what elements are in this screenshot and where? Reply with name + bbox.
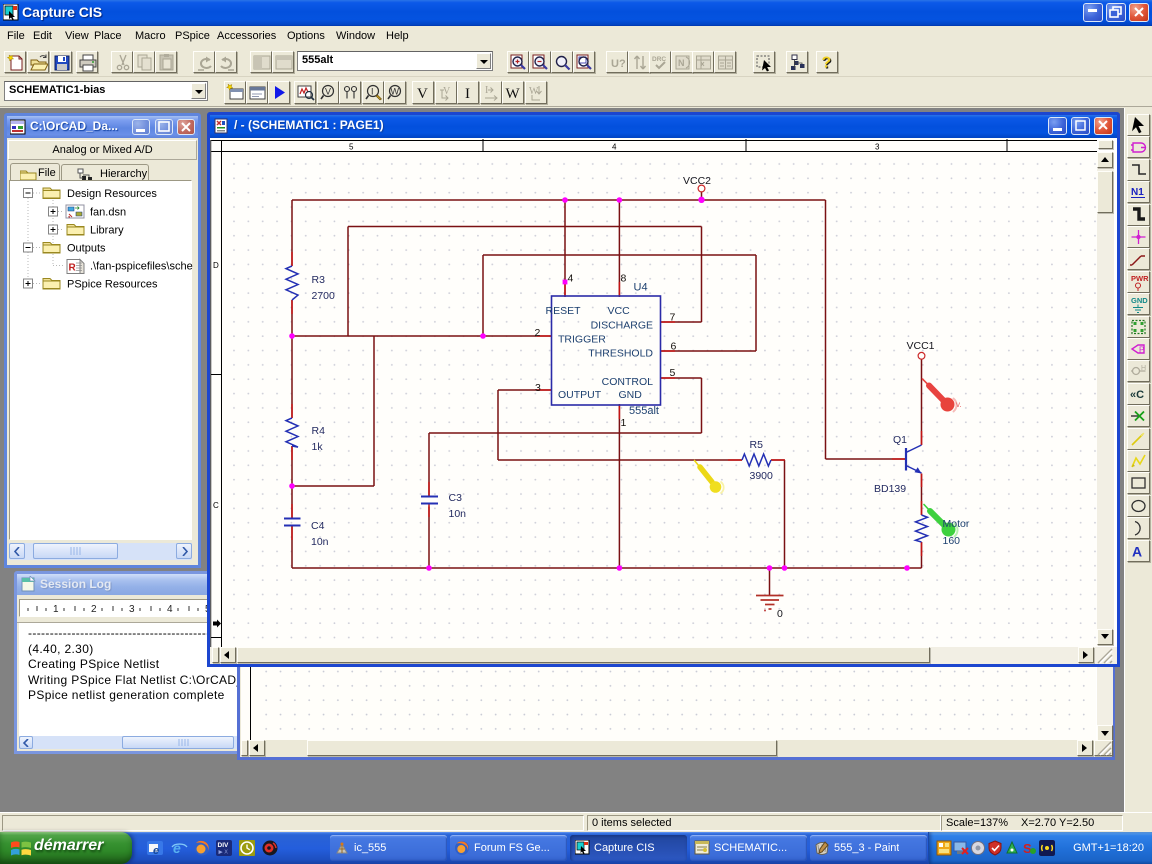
svg-text:D: D	[213, 261, 219, 270]
svg-text:1: 1	[53, 604, 59, 615]
svg-text:CONTROL: CONTROL	[602, 376, 653, 388]
svg-text:Motor: Motor	[943, 518, 970, 530]
svg-text:N1: N1	[1131, 187, 1144, 198]
svg-text:C3: C3	[449, 492, 463, 504]
svg-text:4: 4	[167, 604, 173, 615]
svg-text:2700: 2700	[312, 290, 336, 302]
svg-text:8: 8	[621, 273, 627, 285]
svg-text:.\fan-pspicefiles\sche: .\fan-pspicefiles\sche	[90, 261, 193, 273]
svg-text:V: V	[417, 86, 428, 102]
svg-text:I: I	[485, 85, 488, 96]
svg-text:N: N	[678, 58, 685, 68]
svg-text:4: 4	[568, 273, 574, 285]
svg-text:v.: v.	[956, 400, 962, 409]
svg-text:160: 160	[943, 535, 961, 547]
svg-text:PSpice Resources: PSpice Resources	[67, 279, 158, 291]
svg-text:1k: 1k	[312, 441, 324, 453]
svg-text:W: W	[506, 86, 521, 102]
svg-text:Q1: Q1	[893, 434, 907, 446]
svg-text:R4: R4	[312, 425, 326, 437]
svg-text:THRESHOLD: THRESHOLD	[588, 348, 653, 360]
svg-text:7: 7	[670, 312, 676, 324]
svg-text:3: 3	[875, 143, 880, 152]
svg-text:fan.dsn: fan.dsn	[90, 207, 126, 219]
svg-text:H: H	[1141, 365, 1146, 372]
svg-text:R5: R5	[750, 439, 764, 451]
svg-text:I: I	[465, 86, 470, 102]
svg-text:VCC: VCC	[608, 305, 631, 317]
svg-text:2: 2	[535, 327, 541, 339]
svg-text:GND: GND	[619, 389, 643, 401]
svg-text:OUTPUT: OUTPUT	[558, 389, 602, 401]
svg-text:R: R	[69, 263, 77, 274]
svg-text:3: 3	[129, 604, 135, 615]
svg-text:V: V	[443, 86, 451, 97]
svg-text:10n: 10n	[311, 536, 329, 548]
svg-text:10n: 10n	[449, 508, 467, 520]
svg-text:3: 3	[535, 382, 541, 394]
svg-text:VCC2: VCC2	[683, 175, 711, 187]
svg-text:5: 5	[670, 367, 676, 379]
svg-text:6: 6	[671, 341, 677, 353]
svg-text:2: 2	[91, 604, 97, 615]
svg-text:GND: GND	[1131, 296, 1148, 305]
svg-text:DIV: DIV	[218, 842, 230, 849]
svg-text:PWR: PWR	[1131, 274, 1149, 283]
svg-text:R3: R3	[312, 274, 326, 286]
svg-text:C4: C4	[311, 520, 325, 532]
svg-text:I: I	[371, 87, 374, 97]
svg-text:TRIGGER: TRIGGER	[558, 334, 606, 346]
svg-text:555alt: 555alt	[629, 405, 659, 417]
svg-text:Library: Library	[90, 225, 124, 237]
svg-text:3900: 3900	[750, 470, 774, 482]
svg-text:?: ?	[822, 55, 832, 72]
svg-text:Outputs: Outputs	[67, 243, 106, 255]
svg-text:▶ X: ▶ X	[219, 850, 229, 856]
svg-text:VCC1: VCC1	[907, 340, 935, 352]
svg-text:RESET: RESET	[546, 305, 582, 317]
svg-text:U4: U4	[634, 282, 648, 294]
svg-text:e: e	[153, 845, 159, 857]
svg-text:Design Resources: Design Resources	[67, 188, 157, 200]
svg-text:«C: «C	[1130, 389, 1144, 401]
svg-text:W: W	[391, 87, 400, 97]
svg-text:e: e	[173, 840, 181, 856]
svg-text:C: C	[213, 501, 219, 510]
svg-text:P: P	[1139, 346, 1144, 355]
svg-text:1: 1	[621, 417, 627, 429]
svg-text:A: A	[1132, 543, 1142, 559]
svg-text:5: 5	[349, 143, 354, 152]
svg-text:BD139: BD139	[874, 483, 906, 495]
svg-text:S: S	[1023, 841, 1032, 856]
svg-text:4: 4	[612, 143, 617, 152]
svg-text:U?: U?	[611, 58, 626, 70]
svg-text:V: V	[325, 87, 331, 97]
svg-text:0: 0	[777, 608, 783, 620]
svg-text:DISCHARGE: DISCHARGE	[591, 320, 653, 332]
